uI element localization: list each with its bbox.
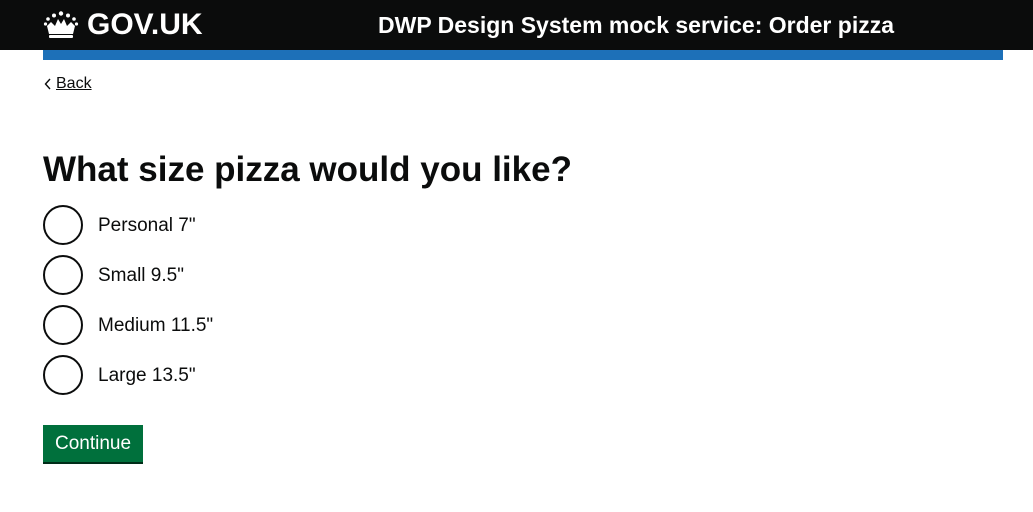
chevron-left-icon	[44, 78, 51, 90]
radio-button[interactable]	[43, 305, 83, 345]
page-heading: What size pizza would you like?	[43, 150, 572, 189]
back-link-label: Back	[56, 75, 92, 92]
radio-button[interactable]	[43, 355, 83, 395]
radio-option-personal[interactable]: Personal 7"	[43, 205, 213, 245]
govuk-logo-link[interactable]: GOV.UK	[43, 9, 203, 41]
radio-label: Small 9.5"	[98, 264, 184, 286]
logo-text: GOV.UK	[87, 8, 203, 41]
pizza-size-radios: Personal 7" Small 9.5" Medium 11.5" Larg…	[43, 205, 213, 405]
radio-option-medium[interactable]: Medium 11.5"	[43, 305, 213, 345]
radio-label: Large 13.5"	[98, 364, 196, 386]
radio-option-small[interactable]: Small 9.5"	[43, 255, 213, 295]
radio-button[interactable]	[43, 255, 83, 295]
service-name-link[interactable]: DWP Design System mock service: Order pi…	[378, 11, 894, 39]
site-header: GOV.UK DWP Design System mock service: O…	[0, 0, 1033, 50]
radio-option-large[interactable]: Large 13.5"	[43, 355, 213, 395]
crown-icon	[43, 11, 79, 38]
continue-button[interactable]: Continue	[43, 425, 144, 462]
back-link[interactable]: Back	[43, 74, 92, 94]
radio-label: Medium 11.5"	[98, 314, 214, 336]
header-accent-bar	[43, 50, 1003, 60]
radio-button[interactable]	[43, 205, 83, 245]
radio-label: Personal 7"	[98, 214, 196, 236]
